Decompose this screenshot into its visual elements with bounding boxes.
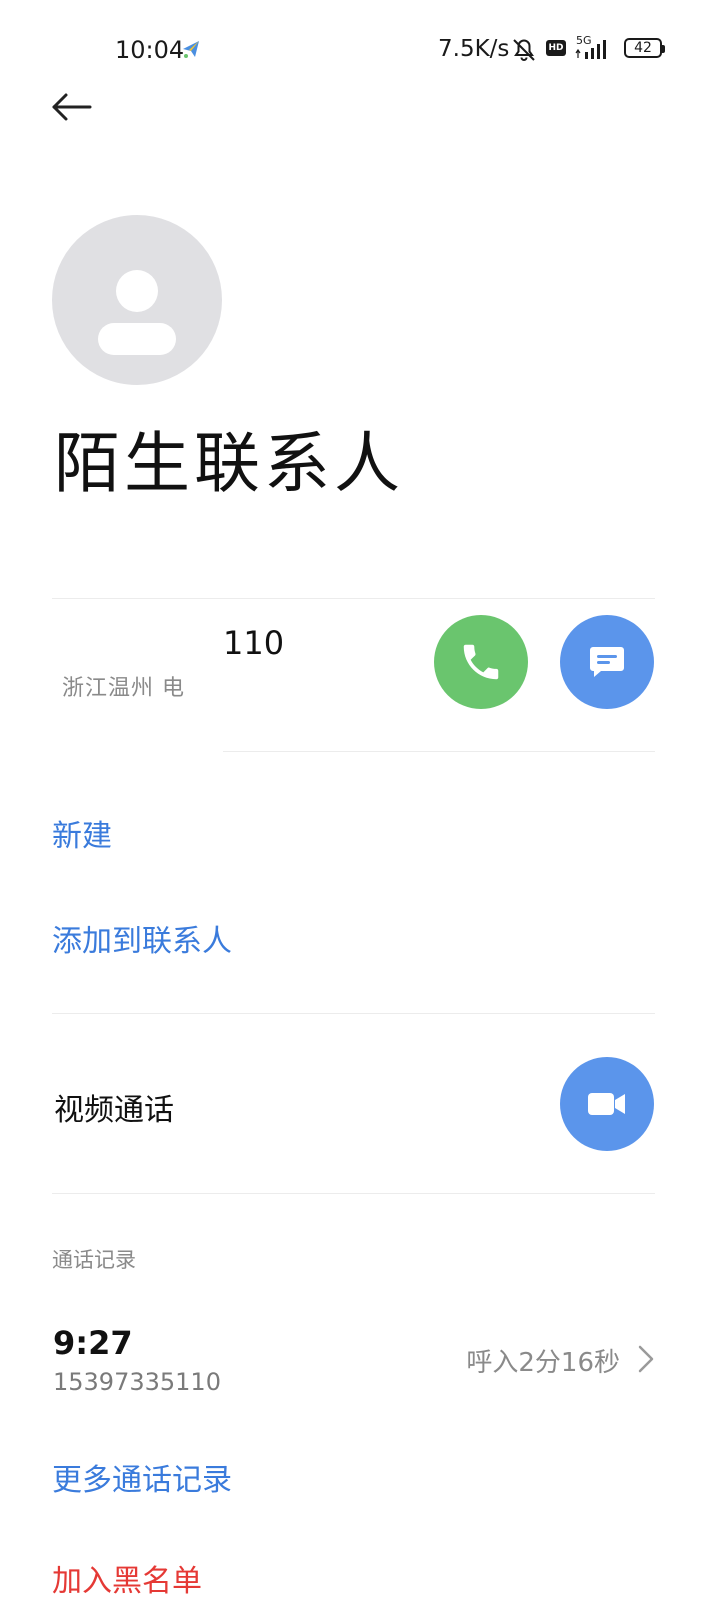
call-button[interactable] bbox=[434, 615, 528, 709]
add-to-contacts-button[interactable]: 添加到联系人 bbox=[52, 916, 232, 960]
new-contact-button[interactable]: 新建 bbox=[52, 811, 112, 855]
phone-icon bbox=[463, 644, 499, 680]
network-speed: 7.5K/s bbox=[438, 36, 510, 62]
divider bbox=[52, 1013, 655, 1014]
video-call-label: 视频通话 bbox=[54, 1093, 174, 1128]
add-to-blacklist-button[interactable]: 加入黑名单 bbox=[52, 1556, 202, 1600]
call-log-entry[interactable]: 9:27 15397335110 呼入2分16秒 bbox=[0, 1310, 720, 1410]
video-camera-icon bbox=[588, 1093, 625, 1115]
call-log-detail: 呼入2分16秒 bbox=[466, 1348, 620, 1378]
signal-icon bbox=[575, 40, 606, 59]
contact-name: 陌生联系人 bbox=[54, 425, 404, 502]
back-button[interactable] bbox=[48, 84, 96, 132]
divider bbox=[52, 598, 655, 599]
divider bbox=[223, 751, 655, 752]
status-time: 10:04 bbox=[115, 36, 185, 64]
app-notification-icon bbox=[183, 41, 199, 58]
chat-bubble-icon bbox=[590, 647, 624, 677]
message-button[interactable] bbox=[560, 615, 654, 709]
avatar bbox=[52, 215, 222, 385]
phone-location: 浙江温州 电 bbox=[62, 676, 185, 701]
phone-number[interactable]: 110 bbox=[223, 624, 284, 662]
call-log-header: 通话记录 bbox=[52, 1248, 136, 1272]
battery-level: 42 bbox=[634, 40, 652, 56]
hd-label: HD bbox=[548, 43, 564, 53]
battery-icon: 42 bbox=[624, 38, 665, 58]
divider bbox=[52, 1193, 655, 1194]
arrow-left-icon bbox=[52, 93, 92, 121]
status-bar: 10:04 7.5K/s HD 5G 42 bbox=[0, 0, 720, 96]
chevron-right-icon bbox=[638, 1345, 654, 1373]
person-icon bbox=[98, 270, 176, 355]
hd-icon: HD bbox=[546, 40, 566, 56]
call-log-time: 9:27 bbox=[53, 1324, 133, 1362]
video-call-button[interactable] bbox=[560, 1057, 654, 1151]
call-log-number: 15397335110 bbox=[53, 1368, 221, 1396]
more-call-logs-button[interactable]: 更多通话记录 bbox=[52, 1455, 232, 1499]
bell-muted-icon bbox=[513, 39, 535, 61]
